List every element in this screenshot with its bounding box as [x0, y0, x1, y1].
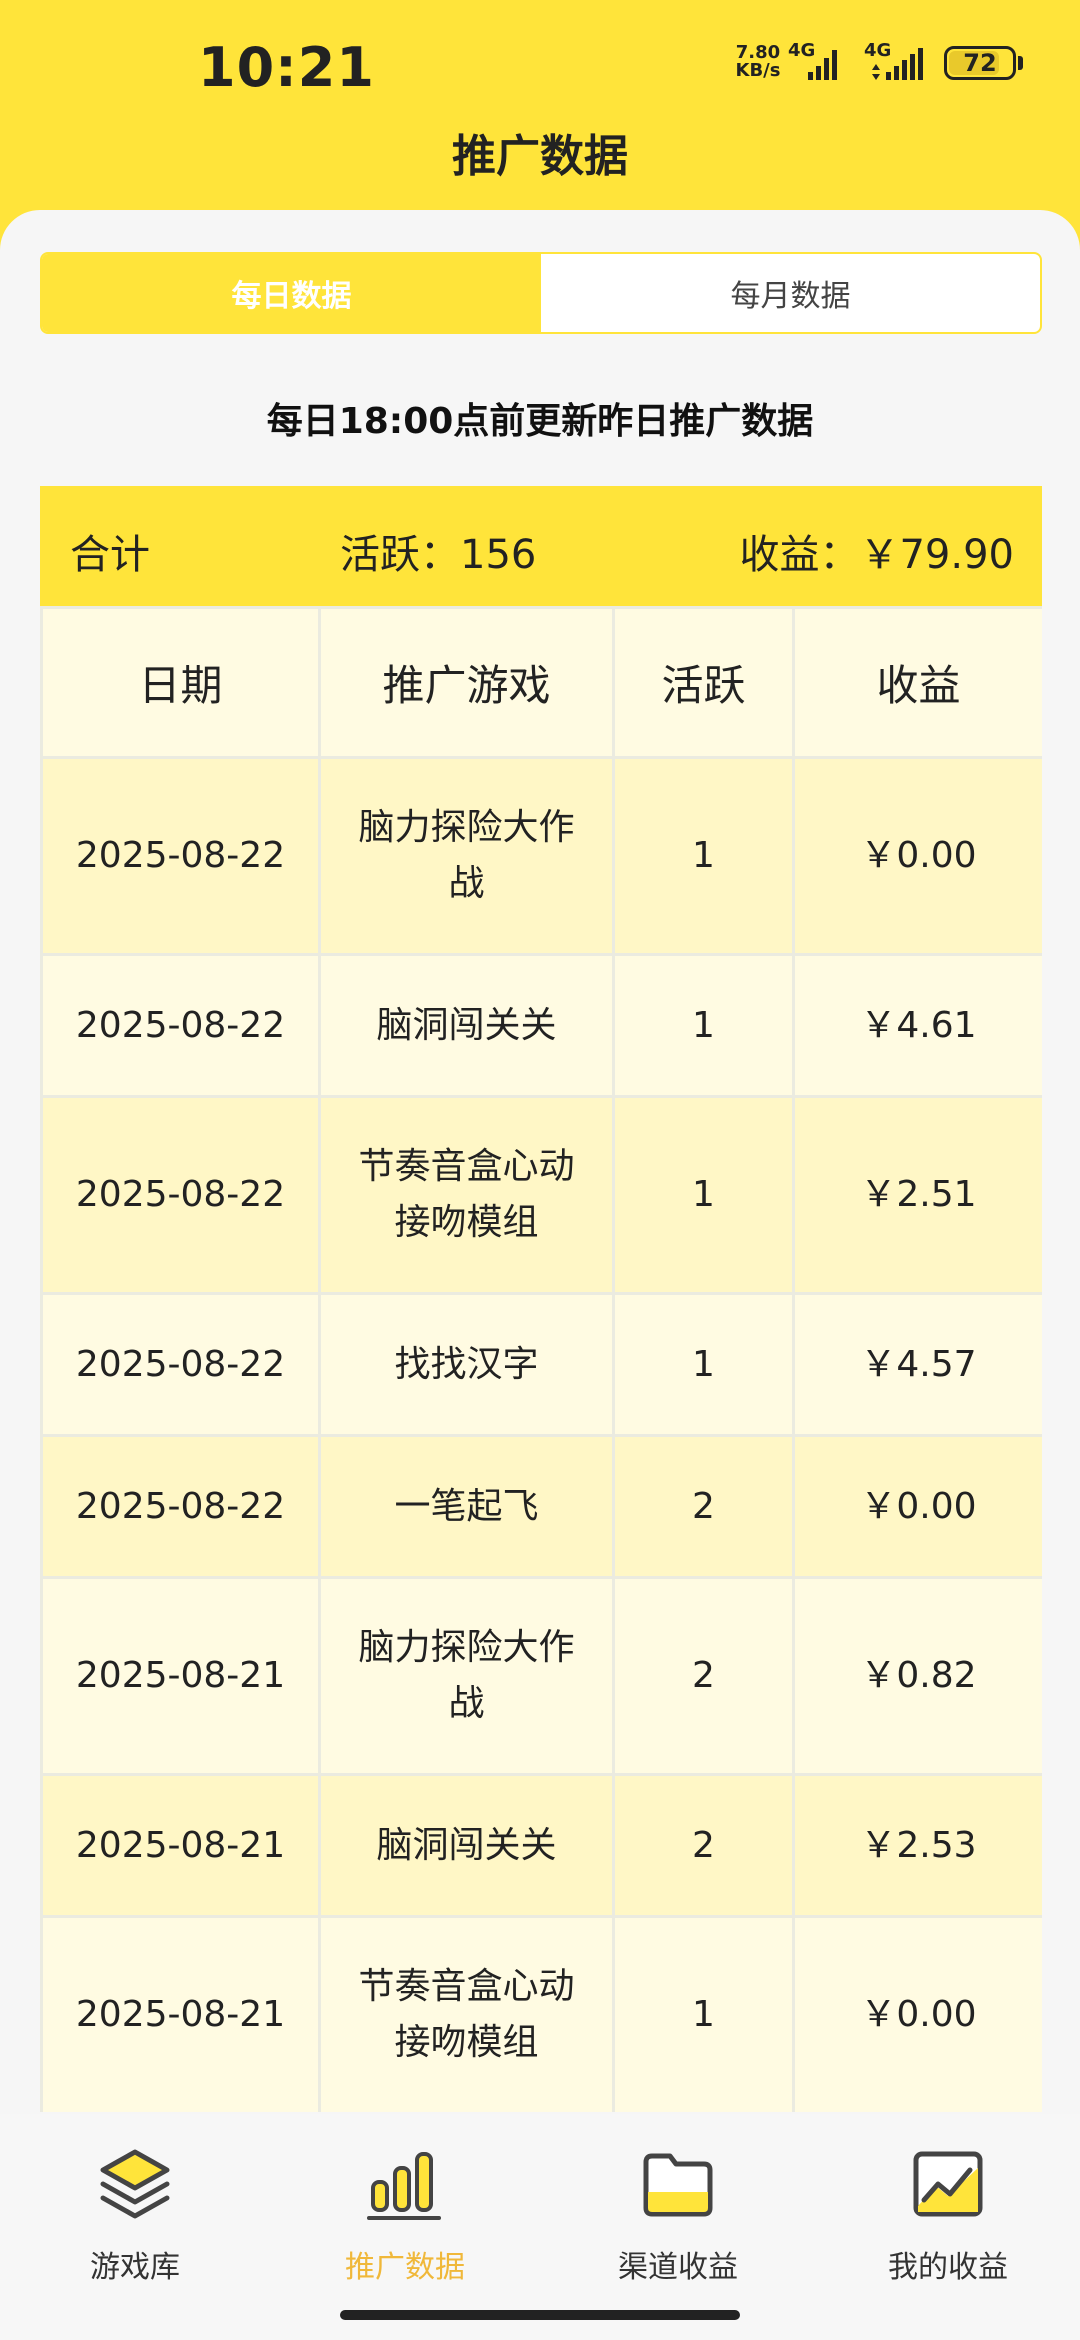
summary-bar: 合计 活跃：156 收益：￥79.90 — [40, 486, 1042, 606]
status-time: 10:21 — [198, 36, 375, 99]
cell-date: 2025-08-22 — [40, 953, 321, 1098]
cell-date: 2025-08-21 — [40, 1915, 321, 2112]
cell-date: 2025-08-22 — [40, 1434, 321, 1579]
table-row: 2025-08-21 节奏音盒心动接吻模组 1 ￥0.00 — [40, 1915, 1042, 2112]
trend-chart-icon — [913, 2151, 983, 2217]
data-table-container[interactable]: 合计 活跃：156 收益：￥79.90 日期 推广游戏 活跃 收益 2025-0… — [40, 486, 1042, 2112]
tab-my-income[interactable]: 我的收益 — [848, 2144, 1048, 2286]
cell-game: 节奏音盒心动接吻模组 — [318, 1095, 615, 1295]
column-header-game: 推广游戏 — [318, 606, 615, 759]
home-indicator[interactable] — [340, 2310, 740, 2320]
table-row: 2025-08-21 脑力探险大作战 2 ￥0.82 — [40, 1576, 1042, 1776]
cell-date: 2025-08-22 — [40, 1292, 321, 1437]
battery-level: 72 — [963, 49, 997, 77]
tab-game-library[interactable]: 游戏库 — [35, 2144, 235, 2286]
cell-active: 1 — [612, 1095, 795, 1295]
cell-date: 2025-08-22 — [40, 756, 321, 956]
tab-promotion-data[interactable]: 推广数据 — [305, 2144, 505, 2286]
cell-game: 节奏音盒心动接吻模组 — [318, 1915, 615, 2112]
cell-game: 脑洞闯关关 — [318, 953, 615, 1098]
bar-chart-icon — [367, 2152, 441, 2220]
tab-label: 游戏库 — [90, 2250, 180, 2285]
cell-date: 2025-08-21 — [40, 1773, 321, 1918]
cell-income: ￥0.00 — [792, 1915, 1042, 2112]
page-title: 推广数据 — [452, 131, 628, 182]
summary-income: 收益：￥79.90 — [739, 532, 1014, 578]
tab-monthly-data[interactable]: 每月数据 — [541, 254, 1040, 332]
cell-date: 2025-08-22 — [40, 1095, 321, 1295]
bottom-tab-bar: 游戏库 推广数据 渠道收益 我的收益 — [0, 2114, 1080, 2340]
tab-label: 推广数据 — [345, 2250, 465, 2285]
signal-bars-icon — [808, 50, 837, 80]
table-row: 2025-08-22 脑洞闯关关 1 ￥4.61 — [40, 953, 1042, 1098]
tab-daily-data[interactable]: 每日数据 — [42, 254, 541, 332]
cell-game: 找找汉字 — [318, 1292, 615, 1437]
summary-active: 活跃：156 — [340, 532, 537, 578]
table-header-row: 日期 推广游戏 活跃 收益 — [40, 606, 1042, 759]
cell-income: ￥0.82 — [792, 1576, 1042, 1776]
app-root: 10:21 7.80 KB/s 4G 4G 72 推广数据 每日数据 每月数据 … — [0, 0, 1080, 2340]
cell-active: 1 — [612, 1292, 795, 1437]
cell-game: 脑力探险大作战 — [318, 756, 615, 956]
cell-income: ￥0.00 — [792, 1434, 1042, 1579]
cell-income: ￥2.53 — [792, 1773, 1042, 1918]
network-speed-unit: KB/s — [735, 60, 781, 81]
cell-date: 2025-08-21 — [40, 1576, 321, 1776]
column-header-date: 日期 — [40, 606, 321, 759]
tab-channel-income[interactable]: 渠道收益 — [578, 2144, 778, 2286]
cell-income: ￥4.57 — [792, 1292, 1042, 1437]
period-segmented-control: 每日数据 每月数据 — [40, 252, 1042, 334]
table-row: 2025-08-22 脑力探险大作战 1 ￥0.00 — [40, 756, 1042, 956]
cell-income: ￥0.00 — [792, 756, 1042, 956]
table-row: 2025-08-21 脑洞闯关关 2 ￥2.53 — [40, 1773, 1042, 1918]
cell-income: ￥4.61 — [792, 953, 1042, 1098]
status-bar: 10:21 7.80 KB/s 4G 4G 72 — [0, 0, 1080, 130]
summary-label: 合计 — [70, 532, 150, 578]
table-row: 2025-08-22 一笔起飞 2 ￥0.00 — [40, 1434, 1042, 1579]
network-speed: 7.80 KB/s — [732, 44, 784, 80]
cell-income: ￥2.51 — [792, 1095, 1042, 1295]
tab-label: 渠道收益 — [618, 2250, 738, 2285]
cell-game: 脑力探险大作战 — [318, 1576, 615, 1776]
cell-active: 1 — [612, 1915, 795, 2112]
cell-active: 2 — [612, 1434, 795, 1579]
update-notice: 每日18:00点前更新昨日推广数据 — [266, 401, 814, 442]
folder-icon — [643, 2153, 713, 2217]
cell-active: 1 — [612, 756, 795, 956]
battery-indicator: 72 — [944, 46, 1016, 80]
table-row: 2025-08-22 节奏音盒心动接吻模组 1 ￥2.51 — [40, 1095, 1042, 1295]
column-header-active: 活跃 — [612, 606, 795, 759]
layers-icon — [100, 2149, 170, 2219]
signal-bars-icon — [872, 48, 923, 80]
battery-tip — [1018, 56, 1023, 70]
cell-active: 2 — [612, 1773, 795, 1918]
column-header-income: 收益 — [792, 606, 1042, 759]
tab-label: 我的收益 — [888, 2250, 1008, 2285]
table-row: 2025-08-22 找找汉字 1 ￥4.57 — [40, 1292, 1042, 1437]
cell-game: 脑洞闯关关 — [318, 1773, 615, 1918]
cell-game: 一笔起飞 — [318, 1434, 615, 1579]
cell-active: 1 — [612, 953, 795, 1098]
data-table: 日期 推广游戏 活跃 收益 2025-08-22 脑力探险大作战 1 ￥0.00… — [40, 606, 1042, 2112]
cell-active: 2 — [612, 1576, 795, 1776]
